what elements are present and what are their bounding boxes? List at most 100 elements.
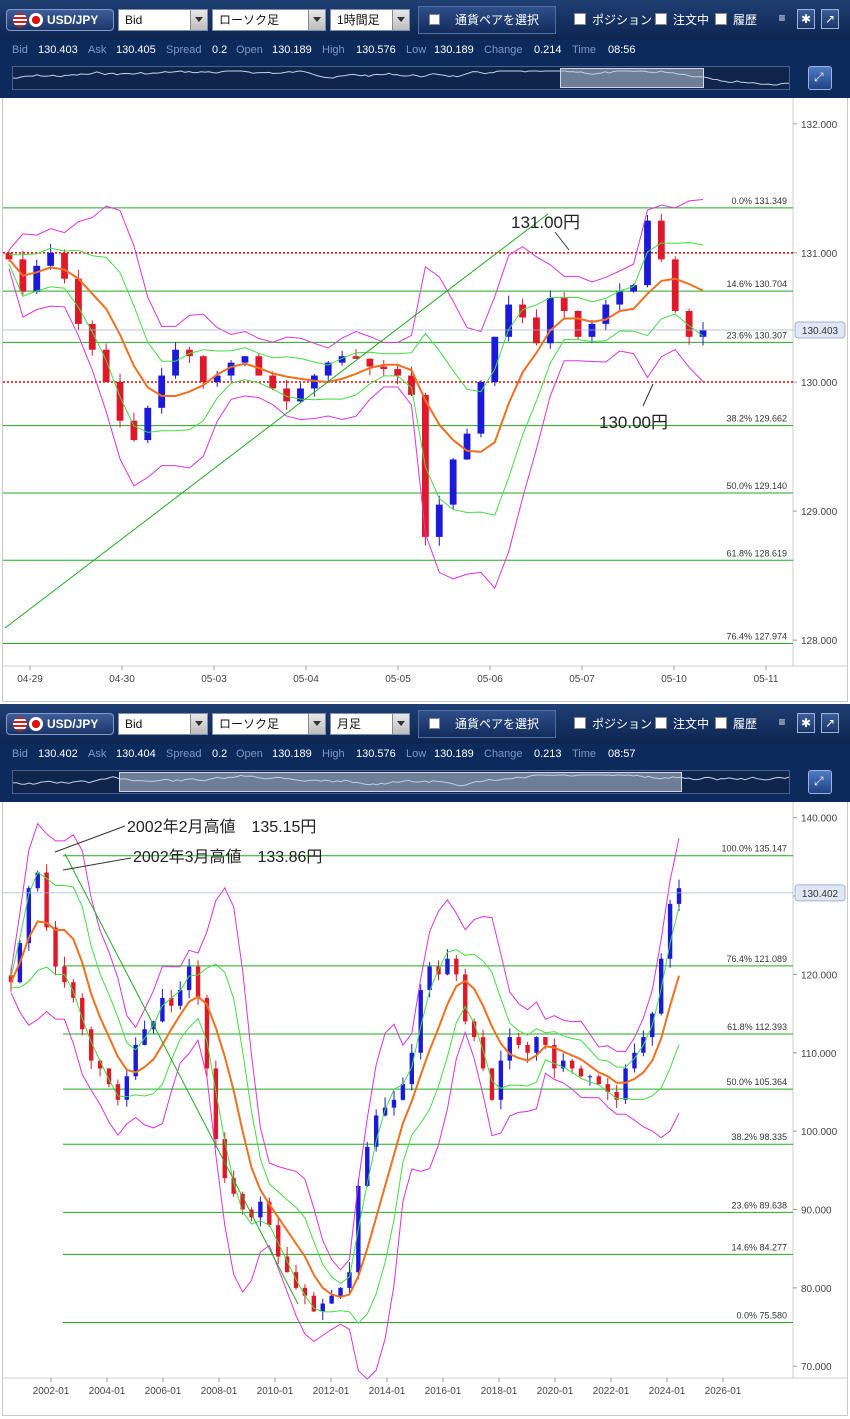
fibonacci-label: 50.0% 129.140 [726,481,787,491]
currency-pair-selector[interactable]: USD/JPY [6,713,114,735]
candle-body [588,323,596,337]
time-tick-label: 2012-01 [313,1386,350,1397]
price-tick-label: 120.000 [801,970,838,981]
fibonacci-label: 61.8% 128.619 [726,548,787,558]
candle-body [320,1303,325,1312]
candle-body [632,1052,637,1069]
navigator-window[interactable] [560,68,704,88]
time-tick-label: 2008-01 [201,1386,238,1397]
time-tick-label: 05-04 [293,674,319,685]
fibonacci-label: 50.0% 105.364 [726,1077,787,1087]
monthly-chart-area[interactable]: 140.000130.000120.000110.000100.00090.00… [2,802,848,1416]
low-label: Low [406,748,427,760]
candle-body [574,311,582,337]
orders-checkbox[interactable] [655,717,667,729]
chart-toolbar: USD/JPY Bid ローソク足 1時間足 通貨ペアを選択 ポジション 注文中… [0,0,850,40]
bid-label: Bid [12,44,28,56]
orders-checkbox[interactable] [655,13,667,25]
fibonacci-label: 14.6% 84.277 [731,1242,787,1252]
orders-label: 注文中 [673,717,710,731]
position-checkbox[interactable] [574,13,586,25]
navigator-bar: ⤢ [0,62,850,98]
pair-label: USD/JPY [47,13,99,27]
change-label: Change [484,44,523,56]
hourly-chart-area[interactable]: 132.000 131.000 130.000 129.000 128.000 04-29… [2,98,848,702]
candle-body [130,420,138,441]
chevron-down-icon [392,714,409,734]
list-icon[interactable]: ≡ [773,9,791,29]
history-checkbox[interactable] [715,717,727,729]
select-pair-button[interactable]: 通貨ペアを選択 [418,710,556,738]
price-tick-label: 130.000 [801,378,838,389]
position-checkbox[interactable] [574,717,586,729]
history-label: 履歴 [733,13,758,27]
us-flag-icon [13,13,27,27]
open-label: Open [236,748,263,760]
select-pair-button[interactable]: 通貨ペアを選択 [418,6,556,34]
pair-label: USD/JPY [47,717,99,731]
candle-body [463,433,471,460]
fibonacci-label: 76.4% 127.974 [726,632,787,642]
current-price-label: 130.403 [802,326,839,337]
fibonacci-label: 23.6% 130.307 [726,330,787,340]
price-tick-label: 110.000 [801,1049,837,1060]
bid-value: 130.403 [38,44,78,56]
candle-body [543,1037,548,1045]
orders-label: 注文中 [673,13,710,27]
monthly-candlestick-chart[interactable]: 140.000130.000120.000110.000100.00090.00… [3,802,847,1414]
hourly-chart-panel: USD/JPY Bid ローソク足 1時間足 通貨ペアを選択 ポジション 注文中… [0,0,850,702]
high-label: High [322,748,345,760]
candle-body [533,317,540,344]
fibonacci-label: 38.2% 98.335 [731,1132,787,1142]
candle-body [5,253,13,260]
history-checkbox[interactable] [715,13,727,25]
time-tick-label: 2014-01 [369,1386,406,1397]
open-value: 130.189 [272,748,312,760]
price-tick-label: 80.000 [801,1284,832,1295]
currency-pair-selector[interactable]: USD/JPY [6,9,114,31]
fibonacci-label: 38.2% 129.662 [726,414,787,424]
high-label: High [322,44,345,56]
chart-type-select[interactable]: ローソク足 [212,9,326,31]
bollinger-lower-1sigma [11,966,680,1325]
candle-body [394,369,402,376]
timeframe-select[interactable]: 月足 [330,713,410,735]
annotation-feb-2002-high: 2002年2月高値 135.15円 [127,818,316,836]
navigator-window[interactable] [118,772,682,792]
fibonacci-label: 61.8% 112.393 [727,1022,787,1032]
candle-body [35,872,40,889]
time-tick-label: 2010-01 [257,1386,294,1397]
gear-icon[interactable]: ✱ [797,9,815,29]
candle-body [534,1037,539,1053]
hourly-candlestick-chart[interactable]: 132.000 131.000 130.000 129.000 128.000 04-29… [3,98,847,700]
external-link-icon[interactable]: ↗ [821,713,839,733]
history-label: 履歴 [733,717,758,731]
range-navigator[interactable] [12,770,790,794]
annotation-arrow [54,825,126,853]
price-type-select[interactable]: Bid [118,9,208,31]
time-tick-label: 05-11 [754,674,779,685]
annotation-mar-2002-high: 2002年3月高値 133.86円 [133,848,322,866]
candle-body [498,1060,504,1100]
candle-body [366,358,374,367]
gear-icon[interactable]: ✱ [797,713,815,733]
chart-type-value: ローソク足 [219,717,280,731]
external-link-icon[interactable]: ↗ [821,9,839,29]
list-icon[interactable]: ≡ [773,713,791,733]
candle-body [546,298,554,344]
trend-line [64,853,299,1305]
chevron-down-icon [190,714,207,734]
quote-bar: Bid 130.403 Ask 130.405 Spread 0.2 Open … [0,40,850,62]
time-tick-label: 2002-01 [33,1386,70,1397]
bollinger-upper-2sigma [10,822,680,1271]
price-type-select[interactable]: Bid [118,713,208,735]
time-tick-label: 05-05 [385,674,411,685]
bollinger-upper-1sigma [10,871,680,1285]
zoom-out-icon[interactable]: ⤢ [808,66,832,90]
zoom-out-icon[interactable]: ⤢ [808,770,832,794]
bollinger-upper-2sigma [8,199,704,349]
chart-type-select[interactable]: ローソク足 [212,713,326,735]
candle-body [158,375,166,408]
timeframe-select[interactable]: 1時間足 [330,9,410,31]
range-navigator[interactable] [12,66,790,90]
